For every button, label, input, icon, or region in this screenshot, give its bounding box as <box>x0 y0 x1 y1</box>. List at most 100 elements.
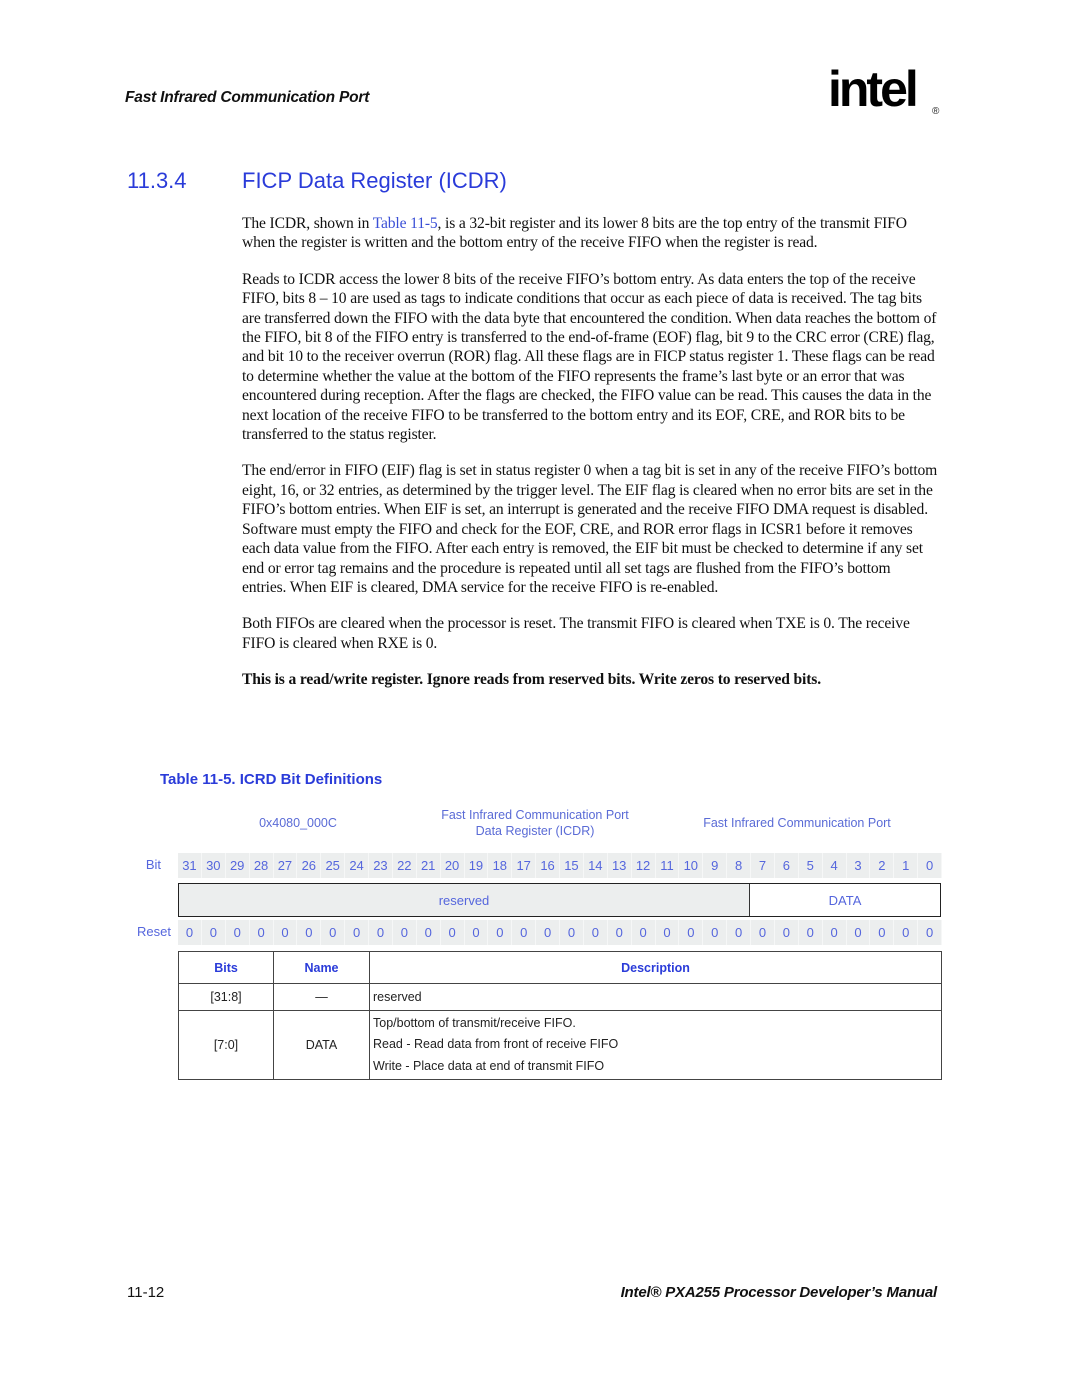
register-name: Fast Infrared Communication Port Data Re… <box>415 807 655 839</box>
bit-number-row: 31 30 29 28 27 26 25 24 23 22 21 20 19 18 17 16 15 14 13 12… <box>178 853 942 878</box>
bit-number-cell: 13 <box>608 853 632 878</box>
table-header-row: Bits Name Description <box>178 951 942 984</box>
reset-value-cell: 0 <box>775 920 799 945</box>
reset-value-cell: 0 <box>584 920 608 945</box>
register-name-line-2: Data Register (ICDR) <box>475 824 595 838</box>
cell-description: reserved <box>369 983 942 1011</box>
reset-value-cell: 0 <box>321 920 346 945</box>
reset-value-cell: 0 <box>560 920 584 945</box>
bit-number-cell: 0 <box>918 853 942 878</box>
reset-value-cell: 0 <box>799 920 823 945</box>
reset-value-row: 00000000000000000000000000000000 <box>178 920 942 945</box>
column-header-bits: Bits <box>178 951 274 984</box>
bit-number-cell: 1 <box>894 853 919 878</box>
bit-number-cell: 27 <box>274 853 298 878</box>
cell-bits: [31:8] <box>178 983 274 1011</box>
bit-number-cell: 31 <box>178 853 202 878</box>
reset-value-cell: 0 <box>536 920 560 945</box>
field-reserved: reserved <box>179 884 750 916</box>
reset-value-cell: 0 <box>178 920 202 945</box>
column-header-name: Name <box>273 951 370 984</box>
bit-number-cell: 29 <box>226 853 250 878</box>
reset-value-cell: 0 <box>441 920 465 945</box>
cell-description: Top/bottom of transmit/receive FIFO. Rea… <box>369 1010 942 1080</box>
reset-value-cell: 0 <box>345 920 369 945</box>
reset-value-cell: 0 <box>393 920 417 945</box>
reset-value-cell: 0 <box>727 920 751 945</box>
intel-logo: intel ® <box>828 64 948 132</box>
section-title: FICP Data Register (ICDR) <box>242 168 507 193</box>
reset-value-cell: 0 <box>847 920 871 945</box>
body-text: The ICDR, shown in Table 11-5, is a 32-b… <box>242 214 938 707</box>
bit-number-cell: 14 <box>584 853 608 878</box>
paragraph-3: The end/error in FIFO (EIF) flag is set … <box>242 462 938 596</box>
reset-value-cell: 0 <box>751 920 775 945</box>
reset-value-cell: 0 <box>488 920 513 945</box>
description-line: Write - Place data at end of transmit FI… <box>373 1058 605 1073</box>
bit-number-cell: 18 <box>488 853 513 878</box>
bit-row-label: Bit <box>145 857 161 872</box>
registered-mark-icon: ® <box>932 106 940 117</box>
reset-value-cell: 0 <box>512 920 537 945</box>
bit-number-cell: 8 <box>727 853 751 878</box>
section-heading: 11.3.4 FICP Data Register (ICDR) <box>127 168 507 194</box>
bit-number-cell: 2 <box>870 853 895 878</box>
bit-number-cell: 25 <box>321 853 346 878</box>
bit-number-cell: 4 <box>823 853 847 878</box>
table-11-5-link[interactable]: Table 11-5 <box>373 215 438 232</box>
bit-number-cell: 23 <box>369 853 393 878</box>
reset-value-cell: 0 <box>274 920 298 945</box>
cell-name: DATA <box>273 1010 370 1080</box>
unit-name: Fast Infrared Communication Port <box>703 816 891 830</box>
bit-number-cell: 20 <box>441 853 465 878</box>
bit-number-cell: 6 <box>775 853 799 878</box>
reset-value-cell: 0 <box>202 920 226 945</box>
reset-value-cell: 0 <box>823 920 847 945</box>
reset-value-cell: 0 <box>703 920 728 945</box>
cell-bits: [7:0] <box>178 1010 274 1080</box>
table-caption: Table 11-5. ICRD Bit Definitions <box>160 771 383 788</box>
table-row: [7:0] DATA Top/bottom of transmit/receiv… <box>178 1010 942 1080</box>
bit-number-cell: 26 <box>297 853 322 878</box>
register-name-line-1: Fast Infrared Communication Port <box>441 808 629 822</box>
reset-value-cell: 0 <box>918 920 942 945</box>
bit-number-cell: 9 <box>703 853 728 878</box>
reset-value-cell: 0 <box>656 920 680 945</box>
field-row: reserved DATA <box>178 883 941 917</box>
column-header-description: Description <box>369 951 942 984</box>
field-data: DATA <box>750 884 940 916</box>
bit-number-cell: 7 <box>751 853 775 878</box>
register-address: 0x4080_000C <box>259 816 337 830</box>
bit-number-cell: 28 <box>250 853 274 878</box>
description-line: Read - Read data from front of receive F… <box>373 1037 619 1052</box>
paragraph-4: Both FIFOs are cleared when the processo… <box>242 615 910 652</box>
bit-number-cell: 19 <box>465 853 489 878</box>
bit-number-cell: 12 <box>632 853 656 878</box>
bit-number-cell: 22 <box>393 853 417 878</box>
description-line: Top/bottom of transmit/receive FIFO. <box>373 1015 576 1030</box>
reset-value-cell: 0 <box>417 920 441 945</box>
reset-value-cell: 0 <box>679 920 704 945</box>
bit-definitions-table: Bits Name Description [31:8] — reserved … <box>178 951 942 1080</box>
paragraph-2: Reads to ICDR access the lower 8 bits of… <box>242 270 937 444</box>
running-header: Fast Infrared Communication Port <box>125 89 370 106</box>
reset-value-cell: 0 <box>369 920 393 945</box>
manual-title: Intel® PXA255 Processor Developer’s Manu… <box>620 1284 938 1301</box>
reset-value-cell: 0 <box>894 920 919 945</box>
reset-value-cell: 0 <box>226 920 250 945</box>
bit-number-cell: 24 <box>345 853 369 878</box>
bit-number-cell: 21 <box>417 853 441 878</box>
bit-number-cell: 10 <box>679 853 704 878</box>
intel-logo-wordmark: intel <box>828 61 919 117</box>
register-note: This is a read/write register. Ignore re… <box>242 671 821 689</box>
bit-number-cell: 5 <box>799 853 823 878</box>
reset-value-cell: 0 <box>250 920 274 945</box>
bit-number-cell: 16 <box>536 853 560 878</box>
bit-number-cell: 3 <box>847 853 871 878</box>
reset-value-cell: 0 <box>870 920 895 945</box>
reset-value-cell: 0 <box>297 920 322 945</box>
page-number: 11-12 <box>127 1284 165 1301</box>
reset-row-label: Reset <box>137 924 171 939</box>
cell-name: — <box>273 983 370 1011</box>
bit-number-cell: 17 <box>512 853 537 878</box>
